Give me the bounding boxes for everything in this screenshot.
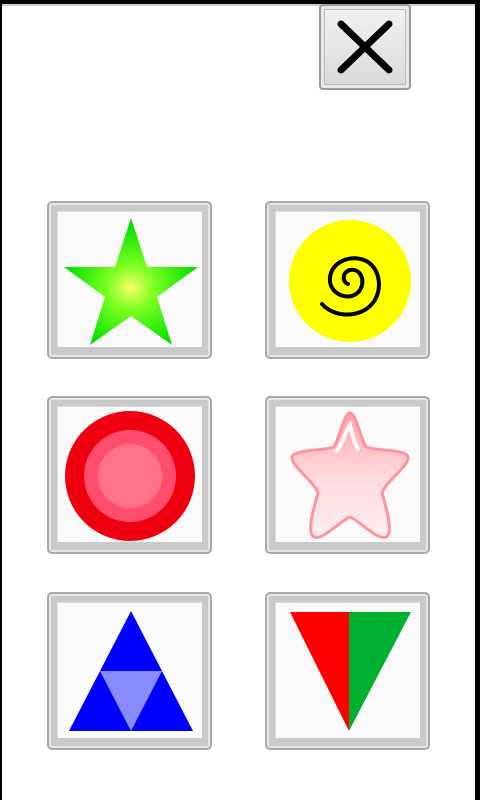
tile-face [275, 602, 420, 738]
pink-glossy-star-icon [290, 411, 410, 539]
red-green-triangle-icon [290, 612, 411, 731]
yellow-spiral-icon [289, 220, 411, 342]
red-circle-icon [65, 411, 195, 541]
blue-triangle-tile[interactable] [47, 592, 212, 750]
red-green-triangle-tile[interactable] [265, 592, 430, 750]
yellow-spiral-tile[interactable] [265, 201, 430, 359]
green-star-icon [64, 218, 198, 345]
close-icon [337, 20, 393, 74]
pink-star-tile[interactable] [265, 396, 430, 554]
tile-face [57, 211, 202, 347]
close-button[interactable] [319, 4, 411, 90]
green-star-tile[interactable] [47, 201, 212, 359]
tile-face [275, 211, 420, 347]
tile-face [57, 602, 202, 738]
red-circle-tile[interactable] [47, 396, 212, 554]
tile-face [57, 406, 202, 542]
blue-triangle-icon [69, 611, 193, 731]
tile-face [275, 406, 420, 542]
screen [0, 0, 480, 800]
